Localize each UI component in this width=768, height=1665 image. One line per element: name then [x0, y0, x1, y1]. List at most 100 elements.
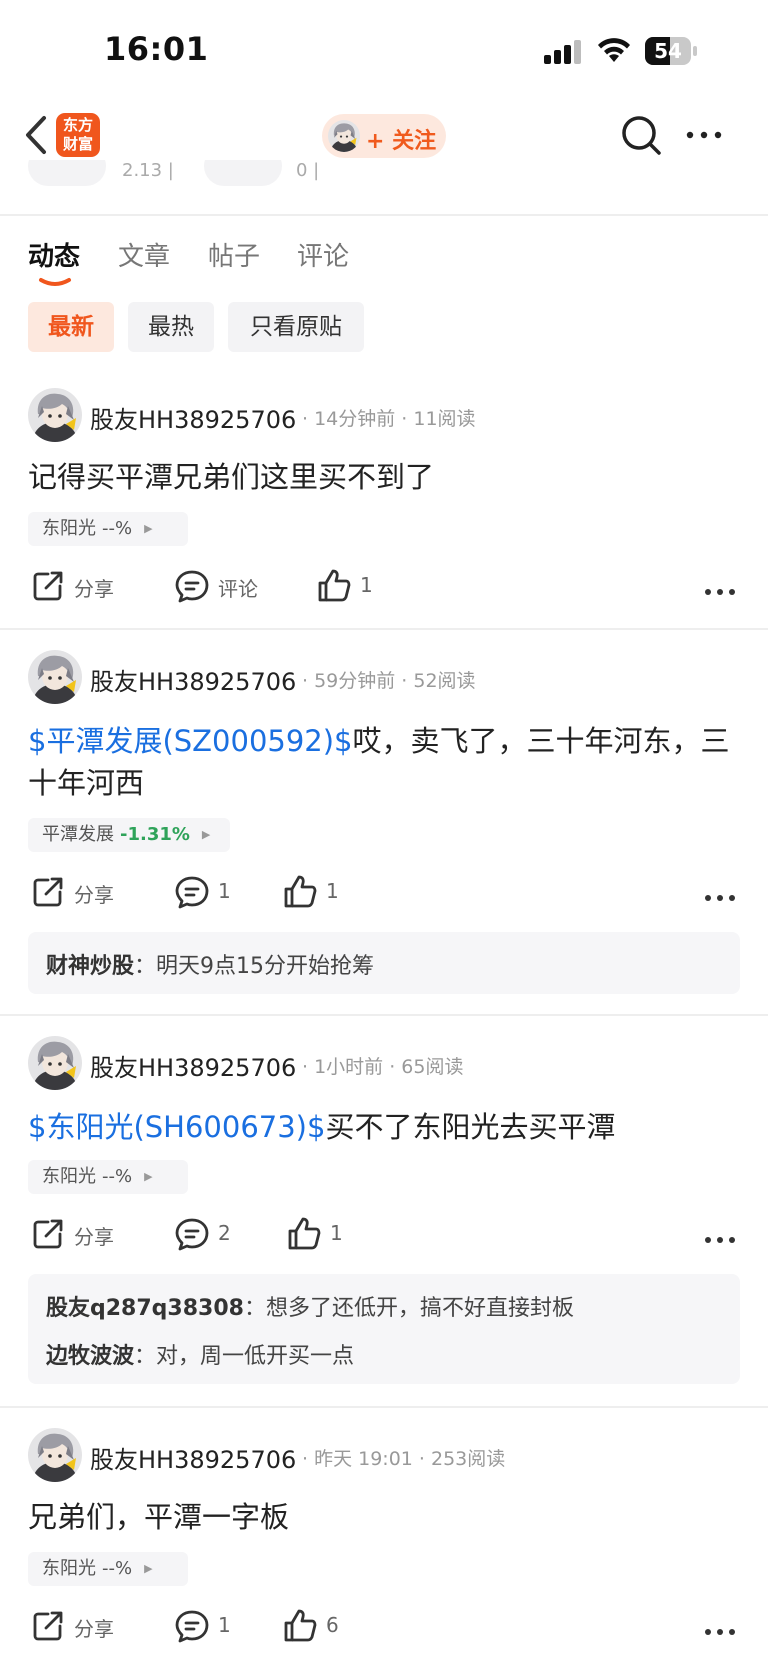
thumbs-up-icon — [284, 875, 317, 908]
search-icon[interactable] — [620, 114, 662, 156]
stock-change: --% — [102, 518, 133, 539]
post-divider — [0, 1406, 768, 1408]
stock-link[interactable]: $平潭发展(SZ000592)$ — [28, 724, 353, 758]
content-tabs: 动态 文章 帖子 评论 — [0, 228, 768, 286]
thumbs-up-icon — [284, 1609, 317, 1642]
stock-name: 平潭发展 — [42, 824, 114, 845]
post-text: 记得买平潭兄弟们这里买不到了 — [28, 460, 435, 494]
like-count: 6 — [326, 1613, 339, 1637]
reply-line: 财神炒股：明天9点15分开始抢筹 — [46, 948, 374, 980]
tab-dynamics[interactable]: 动态 — [28, 236, 80, 273]
reply-author[interactable]: 边牧波波 — [46, 1344, 134, 1369]
post-content[interactable]: $东阳光(SH600673)$买不了东阳光去买平潭 — [28, 1106, 738, 1148]
post-more-icon[interactable] — [704, 1627, 736, 1637]
comment-count: 2 — [218, 1221, 231, 1245]
like-count: 1 — [326, 879, 339, 903]
caret-right-icon: ▶ — [201, 828, 211, 841]
post-item[interactable]: 股友HH38925706 · 59分钟前 · 52阅读 $平潭发展(SZ0005… — [0, 650, 768, 1012]
tab-articles[interactable]: 文章 — [118, 236, 170, 273]
follow-button[interactable]: + 关注 — [322, 114, 446, 158]
stock-tag[interactable]: 东阳光 --% ▶ — [28, 1552, 188, 1586]
post-username[interactable]: 股友HH38925706 — [90, 1048, 296, 1083]
reply-line: 边牧波波：对，周一低开买一点 — [46, 1338, 354, 1370]
stock-tag[interactable]: 东阳光 --% ▶ — [28, 1160, 188, 1194]
post-item[interactable]: 股友HH38925706 · 1小时前 · 65阅读 $东阳光(SH600673… — [0, 1036, 768, 1398]
reply-preview[interactable]: 股友q287q38308：想多了还低开，搞不好直接封板 边牧波波：对，周一低开买… — [28, 1274, 740, 1384]
share-label: 分享 — [74, 1225, 114, 1249]
share-label: 分享 — [74, 577, 114, 601]
post-more-icon[interactable] — [704, 1235, 736, 1245]
caret-right-icon: ▶ — [144, 1562, 153, 1575]
post-username[interactable]: 股友HH38925706 — [90, 400, 296, 435]
user-avatar[interactable] — [28, 1036, 82, 1090]
post-meta: · 1小时前 · 65阅读 — [302, 1056, 464, 1078]
reply-line: 股友q287q38308：想多了还低开，搞不好直接封板 — [46, 1290, 574, 1322]
post-more-icon[interactable] — [704, 893, 736, 903]
comment-icon — [175, 570, 209, 603]
tab-posts[interactable]: 帖子 — [208, 236, 260, 273]
post-item[interactable]: 股友HH38925706 · 昨天 19:01 · 253阅读 兄弟们，平潭一字… — [0, 1428, 768, 1665]
filter-latest[interactable]: 最新 — [28, 302, 114, 352]
status-time: 16:01 — [104, 30, 209, 68]
stock-change: --% — [102, 1558, 133, 1579]
post-content[interactable]: 兄弟们，平潭一字板 — [28, 1496, 738, 1538]
cellular-signal-icon — [544, 40, 581, 64]
post-text: 买不了东阳光去买平潭 — [325, 1110, 616, 1144]
post-more-icon[interactable] — [704, 587, 736, 597]
stock-tag[interactable]: 东阳光 --% ▶ — [28, 512, 188, 546]
post-meta: · 14分钟前 · 11阅读 — [302, 408, 476, 430]
comment-icon — [175, 876, 209, 909]
stock-name: 东阳光 — [42, 1558, 96, 1579]
post-text: 兄弟们，平潭一字板 — [28, 1500, 290, 1534]
user-avatar[interactable] — [28, 388, 82, 442]
reply-preview[interactable]: 财神炒股：明天9点15分开始抢筹 — [28, 932, 740, 994]
like-count: 1 — [360, 573, 373, 597]
like-count: 1 — [330, 1221, 343, 1245]
post-meta: · 59分钟前 · 52阅读 — [302, 670, 476, 692]
logo-line-2: 财富 — [62, 135, 93, 153]
share-icon — [33, 1611, 63, 1641]
stock-link[interactable]: $东阳光(SH600673)$ — [28, 1110, 325, 1144]
filter-hottest[interactable]: 最热 — [128, 302, 214, 352]
active-tab-indicator — [39, 278, 71, 286]
wifi-icon — [598, 38, 630, 62]
post-username[interactable]: 股友HH38925706 — [90, 1440, 296, 1475]
filter-original-only[interactable]: 只看原贴 — [228, 302, 364, 352]
reply-author[interactable]: 财神炒股 — [46, 954, 134, 979]
tab-comments[interactable]: 评论 — [297, 236, 349, 273]
post-username[interactable]: 股友HH38925706 — [90, 662, 296, 697]
post-item[interactable]: 股友HH38925706 · 14分钟前 · 11阅读 记得买平潭兄弟们这里买不… — [0, 388, 768, 630]
reply-text: ：对，周一低开买一点 — [134, 1344, 355, 1369]
back-arrow-icon[interactable] — [22, 114, 50, 156]
share-icon — [33, 877, 63, 907]
user-avatar[interactable] — [28, 650, 82, 704]
reply-author[interactable]: 股友q287q38308 — [46, 1296, 244, 1321]
stat-peek-1: 2.13 | — [122, 160, 174, 181]
user-avatar[interactable] — [28, 1428, 82, 1482]
share-label: 分享 — [74, 883, 114, 907]
section-divider — [0, 214, 768, 216]
thumbs-up-icon — [318, 569, 351, 602]
comment-count: 1 — [218, 879, 231, 903]
reply-text: ：明天9点15分开始抢筹 — [134, 954, 375, 979]
profile-stats-peek: 2.13 | 0 | — [0, 160, 768, 190]
logo-line-1: 东方 — [62, 116, 93, 134]
share-icon — [33, 571, 63, 601]
reply-text: ：想多了还低开，搞不好直接封板 — [243, 1296, 574, 1321]
more-options-icon[interactable] — [684, 120, 724, 150]
battery-level: 54 — [654, 39, 682, 63]
user-avatar-small — [328, 120, 360, 152]
comment-count: 1 — [218, 1613, 231, 1637]
eastmoney-logo[interactable]: 东方 财富 — [56, 113, 100, 157]
thumbs-up-icon — [288, 1217, 321, 1250]
stock-tag[interactable]: 平潭发展 -1.31% ▶ — [28, 818, 230, 852]
status-bar: 16:01 54 — [0, 0, 768, 100]
post-content[interactable]: 记得买平潭兄弟们这里买不到了 — [28, 456, 738, 498]
stat-peek-2: 0 | — [296, 160, 320, 181]
battery-icon: 54 — [645, 37, 699, 65]
post-meta: · 昨天 19:01 · 253阅读 — [302, 1448, 506, 1470]
post-content[interactable]: $平潭发展(SZ000592)$哎，卖飞了，三十年河东，三十年河西 — [28, 720, 738, 804]
stock-change: --% — [102, 1166, 133, 1187]
follow-label: + 关注 — [366, 129, 437, 154]
comment-label: 评论 — [218, 577, 258, 601]
